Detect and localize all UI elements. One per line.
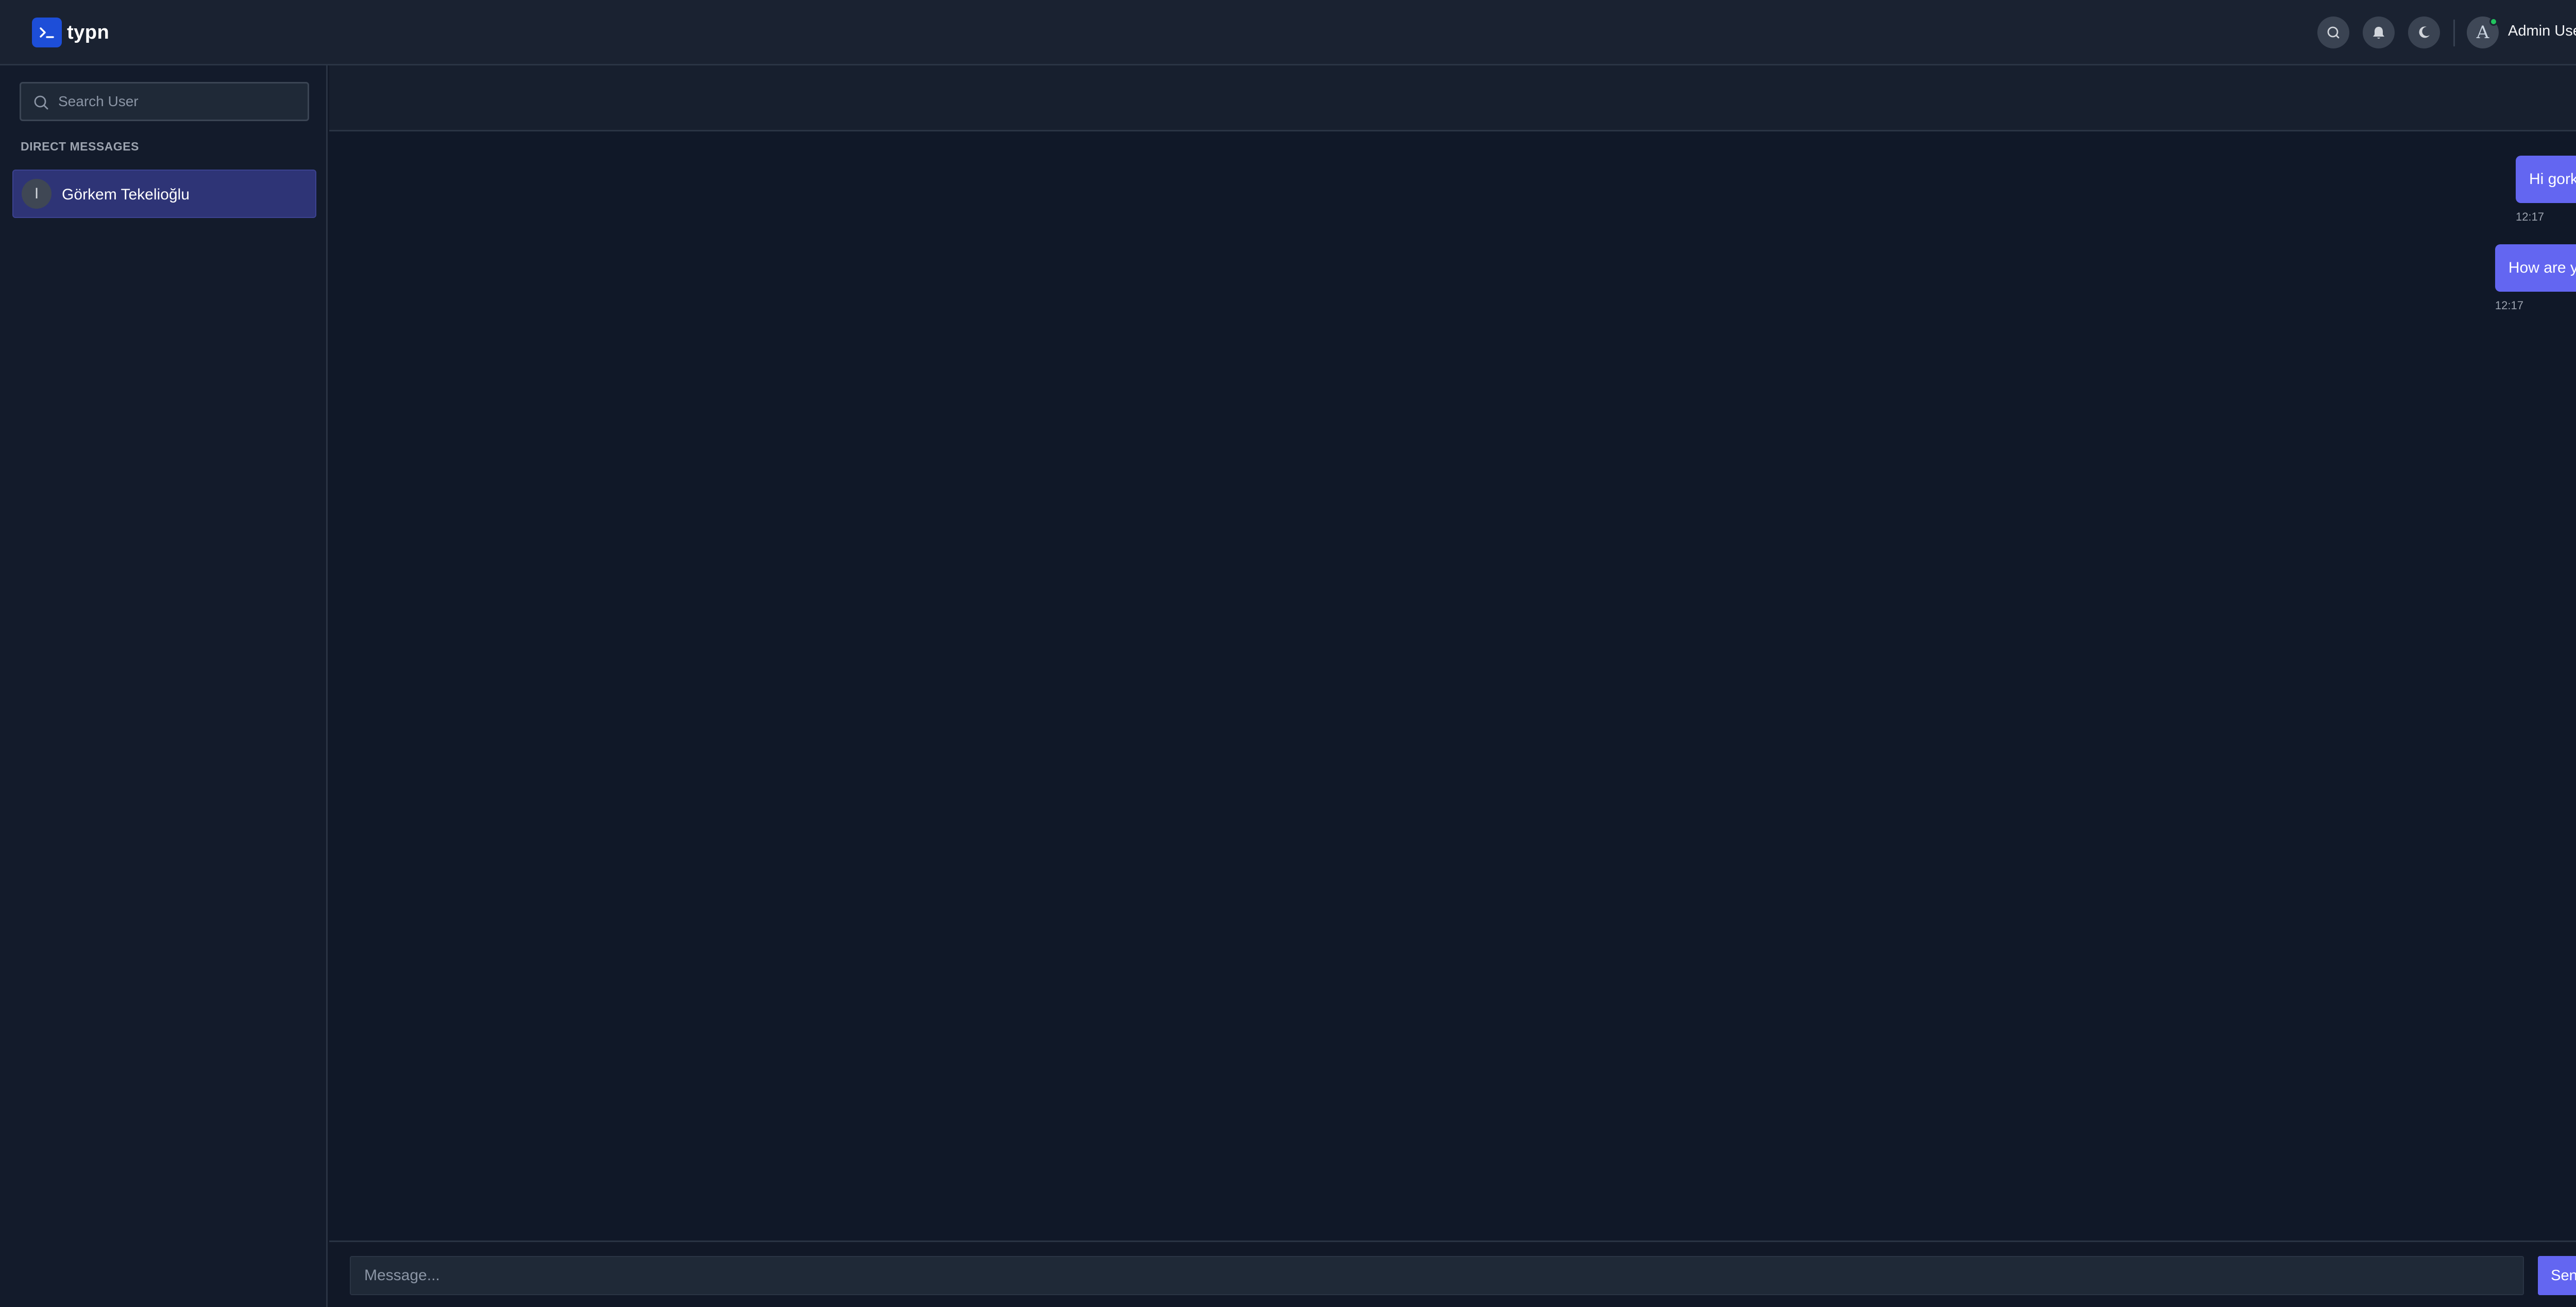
moon-icon[interactable] bbox=[2408, 16, 2440, 48]
search-icon[interactable] bbox=[2317, 16, 2349, 48]
contact-item[interactable]: I Görkem Tekelioğlu bbox=[12, 170, 316, 218]
online-status-dot bbox=[2489, 18, 2498, 26]
message-item: Hi gorkem! 12:17 bbox=[2515, 156, 2576, 224]
user-menu[interactable]: Admin User bbox=[2508, 23, 2576, 40]
header-divider bbox=[2453, 20, 2455, 46]
user-name: Admin User bbox=[2508, 23, 2576, 39]
search-icon bbox=[32, 94, 50, 114]
direct-messages-heading: DIRECT MESSAGES bbox=[21, 140, 139, 153]
user-avatar-initial: A bbox=[2476, 22, 2489, 43]
avatar: I bbox=[22, 179, 52, 209]
terminal-icon bbox=[32, 18, 62, 47]
app-name: typn bbox=[67, 21, 110, 43]
send-button[interactable]: Send → bbox=[2538, 1256, 2576, 1295]
message-list[interactable]: Hi gorkem! 12:17 How are you? 12:17 bbox=[329, 131, 2576, 1242]
message-bubble[interactable]: Hi gorkem! bbox=[2515, 156, 2576, 203]
contact-name: Görkem Tekelioğlu bbox=[62, 186, 190, 203]
top-bar: typn A Admin User bbox=[0, 0, 2576, 65]
message-input[interactable] bbox=[350, 1256, 2524, 1295]
chat-header bbox=[329, 65, 2576, 131]
app-logo[interactable]: typn bbox=[32, 18, 109, 47]
message-composer: Send → bbox=[329, 1244, 2576, 1307]
message-time: 12:17 bbox=[2515, 210, 2545, 223]
message-bubble[interactable]: How are you? bbox=[2495, 244, 2576, 292]
sidebar: DIRECT MESSAGES I Görkem Tekelioğlu bbox=[0, 65, 328, 1307]
bell-icon[interactable] bbox=[2363, 16, 2395, 48]
user-search[interactable] bbox=[20, 82, 309, 121]
message-time: 12:17 bbox=[2495, 299, 2523, 312]
contact-avatar-initial: I bbox=[34, 185, 39, 202]
message-item: How are you? 12:17 bbox=[2495, 244, 2576, 312]
send-button-label: Send bbox=[2551, 1267, 2576, 1284]
search-user-input[interactable] bbox=[58, 83, 300, 120]
